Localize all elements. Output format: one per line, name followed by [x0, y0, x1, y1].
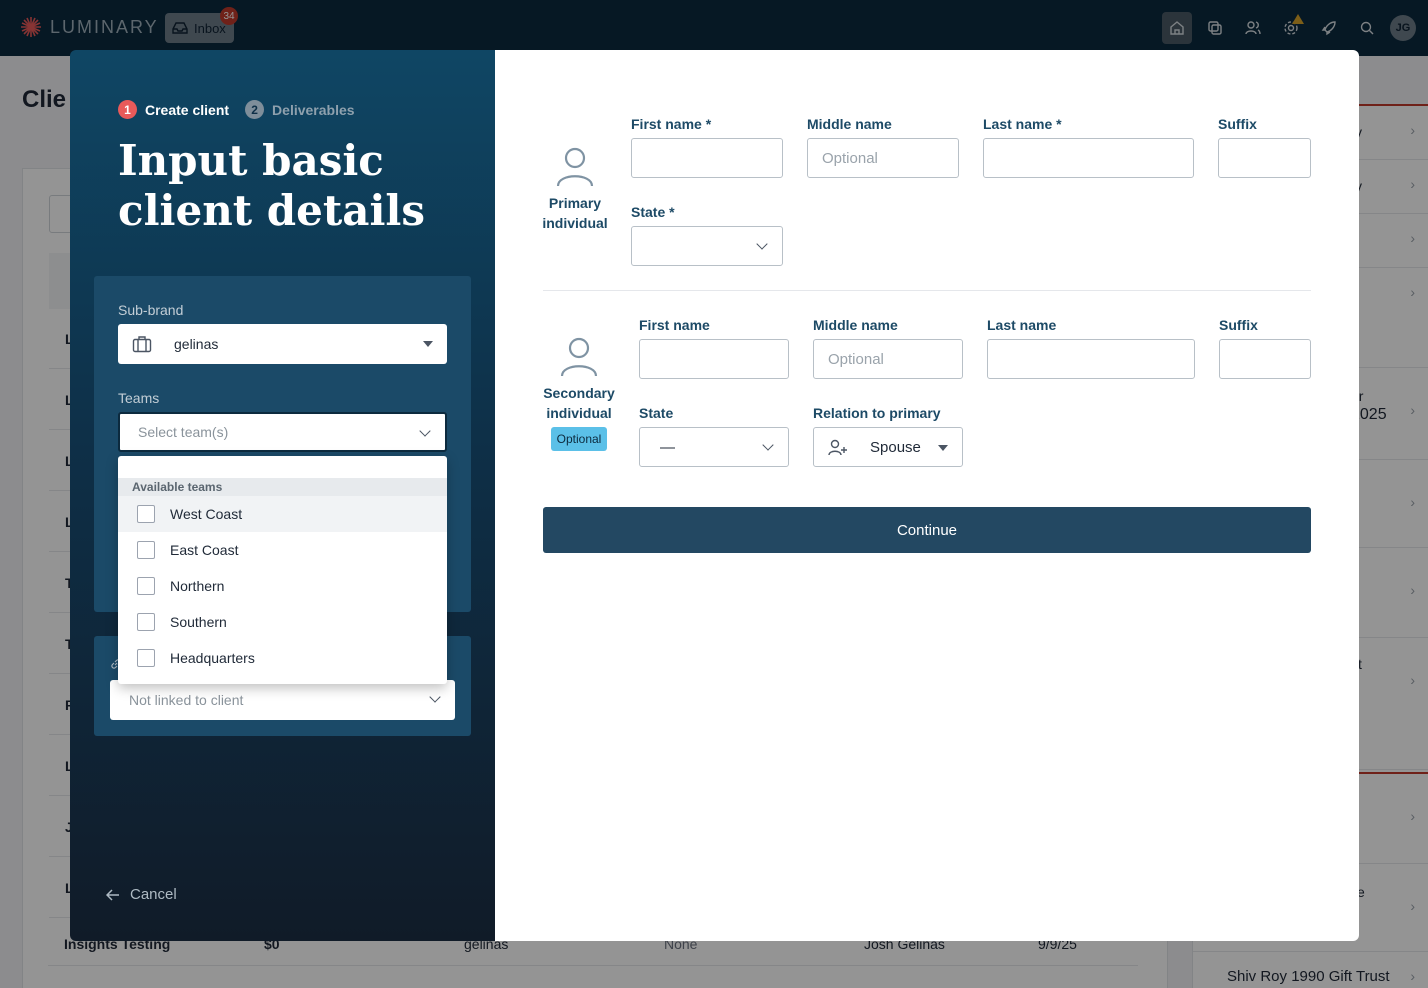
optional-badge: Optional [550, 427, 608, 451]
teams-select[interactable]: Select team(s) [118, 412, 447, 452]
dropdown-header: Available teams [118, 478, 447, 496]
first-name-label: First name * [631, 116, 712, 132]
team-option-northern[interactable]: Northern [118, 568, 447, 604]
teams-placeholder: Select team(s) [138, 424, 229, 440]
client-form: Primary individual First name * Middle n… [495, 50, 1359, 941]
chevron-down-icon [419, 425, 431, 437]
subbrand-label: Sub-brand [118, 302, 184, 318]
primary-label: Primary individual [542, 195, 608, 231]
primary-last-name-input[interactable] [983, 138, 1194, 178]
caret-down-icon [938, 445, 948, 451]
primary-suffix-input[interactable] [1218, 138, 1311, 178]
middle-name-label: Middle name [813, 317, 898, 333]
linked-client-placeholder: Not linked to client [129, 692, 244, 708]
last-name-label: Last name * [983, 116, 1062, 132]
cancel-button[interactable]: Cancel [106, 886, 177, 903]
team-option-east-coast[interactable]: East Coast [118, 532, 447, 568]
modal-sidebar: 1 Create client 2 Deliverables Input bas… [70, 50, 495, 941]
primary-state-select[interactable] [631, 226, 783, 266]
relation-select[interactable]: Spouse [813, 427, 963, 467]
suffix-label: Suffix [1218, 116, 1257, 132]
option-label: Headquarters [170, 650, 255, 666]
option-label: Southern [170, 614, 227, 630]
team-option-west-coast[interactable]: West Coast [118, 496, 447, 532]
continue-button[interactable]: Continue [543, 507, 1311, 553]
caret-down-icon [423, 341, 433, 347]
option-label: West Coast [170, 506, 243, 522]
secondary-state-select[interactable]: — [639, 427, 789, 467]
secondary-middle-name-input[interactable]: Optional [813, 339, 963, 379]
step-number: 1 [118, 100, 137, 119]
teams-label: Teams [118, 390, 160, 406]
stepper: 1 Create client 2 Deliverables [118, 100, 355, 119]
primary-individual-heading: Primary individual [539, 146, 611, 233]
team-option-headquarters[interactable]: Headquarters [118, 640, 447, 676]
briefcase-icon [132, 336, 152, 353]
secondary-suffix-input[interactable] [1219, 339, 1311, 379]
suffix-label: Suffix [1219, 317, 1258, 333]
subbrand-select[interactable]: gelinas [118, 324, 447, 364]
subbrand-value: gelinas [174, 336, 219, 352]
step-label: Deliverables [272, 101, 355, 118]
step-label: Create client [145, 101, 230, 118]
state-label: State [639, 405, 674, 421]
teams-dropdown: Available teams West Coast East Coast No… [118, 456, 447, 684]
state-value: — [660, 438, 675, 456]
user-plus-icon [828, 439, 847, 456]
modal-title: Input basic client details [118, 136, 426, 235]
step-number: 2 [245, 100, 265, 119]
state-label: State * [631, 204, 675, 220]
section-divider [543, 290, 1311, 291]
team-option-southern[interactable]: Southern [118, 604, 447, 640]
primary-first-name-input[interactable] [631, 138, 783, 178]
linked-client-select[interactable]: Not linked to client [110, 680, 455, 720]
secondary-last-name-input[interactable] [987, 339, 1195, 379]
chevron-down-icon [429, 691, 441, 703]
option-label: Northern [170, 578, 225, 594]
middle-name-label: Middle name [807, 116, 892, 132]
checkbox[interactable] [137, 505, 155, 523]
secondary-individual-heading: Secondary individual Optional [539, 336, 619, 451]
placeholder: Optional [828, 350, 884, 368]
primary-middle-name-input[interactable]: Optional [807, 138, 959, 178]
secondary-first-name-input[interactable] [639, 339, 789, 379]
checkbox[interactable] [137, 613, 155, 631]
chevron-down-icon [762, 439, 774, 451]
arrow-left-icon [106, 888, 119, 901]
person-icon [560, 337, 598, 377]
relation-value: Spouse [870, 438, 921, 456]
checkbox[interactable] [137, 541, 155, 559]
secondary-label: Secondary individual [543, 385, 615, 421]
relation-label: Relation to primary [813, 405, 941, 421]
checkbox[interactable] [137, 577, 155, 595]
cancel-label: Cancel [130, 886, 177, 903]
option-label: East Coast [170, 542, 239, 558]
first-name-label: First name [639, 317, 710, 333]
checkbox[interactable] [137, 649, 155, 667]
chevron-down-icon [756, 238, 768, 250]
last-name-label: Last name [987, 317, 1057, 333]
person-icon [556, 147, 594, 187]
placeholder: Optional [822, 149, 878, 167]
create-client-modal: 1 Create client 2 Deliverables Input bas… [70, 50, 1359, 941]
